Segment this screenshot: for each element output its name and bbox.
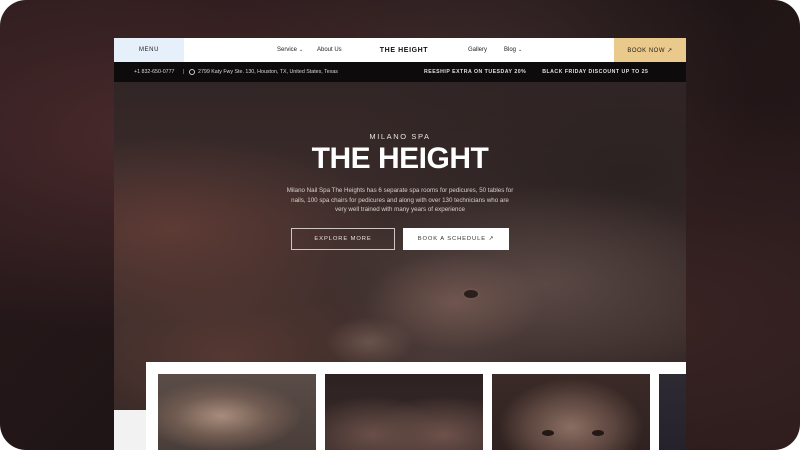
site-logo[interactable]: THE HEIGHT — [364, 38, 444, 62]
book-now-button[interactable]: BOOK NOW ↗ — [614, 38, 686, 62]
screenshot-backdrop: MENU Service ⌄ About Us THE HEIGHT Galle… — [0, 0, 800, 450]
hero-description: Milano Nail Spa The Heights has 6 separa… — [286, 187, 514, 213]
address[interactable]: 2799 Katy Fwy Ste. 130, Houston, TX, Uni… — [189, 62, 338, 82]
gallery-card[interactable] — [492, 374, 650, 450]
ticker-item: BLACK FRIDAY DISCOUNT UP TO 25 — [542, 69, 649, 75]
info-bar: +1 832-650-0777 | 2799 Katy Fwy Ste. 130… — [114, 62, 686, 82]
left-strip — [114, 410, 146, 450]
chevron-down-icon: ⌄ — [518, 47, 523, 53]
book-now-label: BOOK NOW ↗ — [627, 47, 673, 54]
menu-button[interactable]: MENU — [114, 38, 184, 62]
location-pin-icon — [189, 69, 195, 75]
nav-about-label: About Us — [317, 47, 342, 53]
nav-gallery-label: Gallery — [468, 47, 488, 53]
card-photo-eye — [542, 430, 554, 436]
card-photo-eye — [592, 430, 604, 436]
nav-item-about[interactable]: About Us — [317, 38, 342, 62]
hero-photo-eye — [464, 290, 478, 298]
gallery-cards — [146, 362, 686, 450]
book-schedule-label: BOOK A SCHEDULE ↗ — [417, 236, 495, 242]
gallery-card[interactable] — [325, 374, 483, 450]
nav-item-service[interactable]: Service ⌄ — [277, 38, 303, 62]
hero-eyebrow: MILANO SPA — [369, 132, 431, 141]
hero-title: THE HEIGHT — [311, 142, 489, 175]
chevron-down-icon: ⌄ — [299, 47, 304, 53]
menu-label: MENU — [138, 47, 160, 53]
explore-more-button[interactable]: EXPLORE MORE — [291, 228, 395, 250]
phone-text: +1 832-650-0777 — [134, 69, 175, 75]
nav-service-label: Service — [277, 47, 298, 53]
info-separator: | — [183, 62, 184, 82]
separator-text: | — [183, 69, 185, 75]
phone-number[interactable]: +1 832-650-0777 — [134, 62, 175, 82]
explore-more-label: EXPLORE MORE — [314, 236, 372, 242]
book-schedule-button[interactable]: BOOK A SCHEDULE ↗ — [403, 228, 509, 250]
logo-text: THE HEIGHT — [379, 46, 429, 54]
gallery-card[interactable] — [158, 374, 316, 450]
nav-item-blog[interactable]: Blog ⌄ — [504, 38, 522, 62]
gallery-card[interactable] — [659, 374, 686, 450]
address-text: 2799 Katy Fwy Ste. 130, Houston, TX, Uni… — [198, 69, 338, 75]
nav-blog-label: Blog — [504, 47, 517, 53]
hero-photo-hand — [324, 317, 414, 367]
ticker-item: REESHIP EXTRA ON TUESDAY 20% — [424, 69, 527, 75]
promo-ticker: REESHIP EXTRA ON TUESDAY 20% BLACK FRIDA… — [424, 62, 654, 82]
top-navigation: MENU Service ⌄ About Us THE HEIGHT Galle… — [114, 38, 686, 63]
website-page: MENU Service ⌄ About Us THE HEIGHT Galle… — [114, 38, 686, 450]
nav-item-gallery[interactable]: Gallery — [468, 38, 487, 62]
